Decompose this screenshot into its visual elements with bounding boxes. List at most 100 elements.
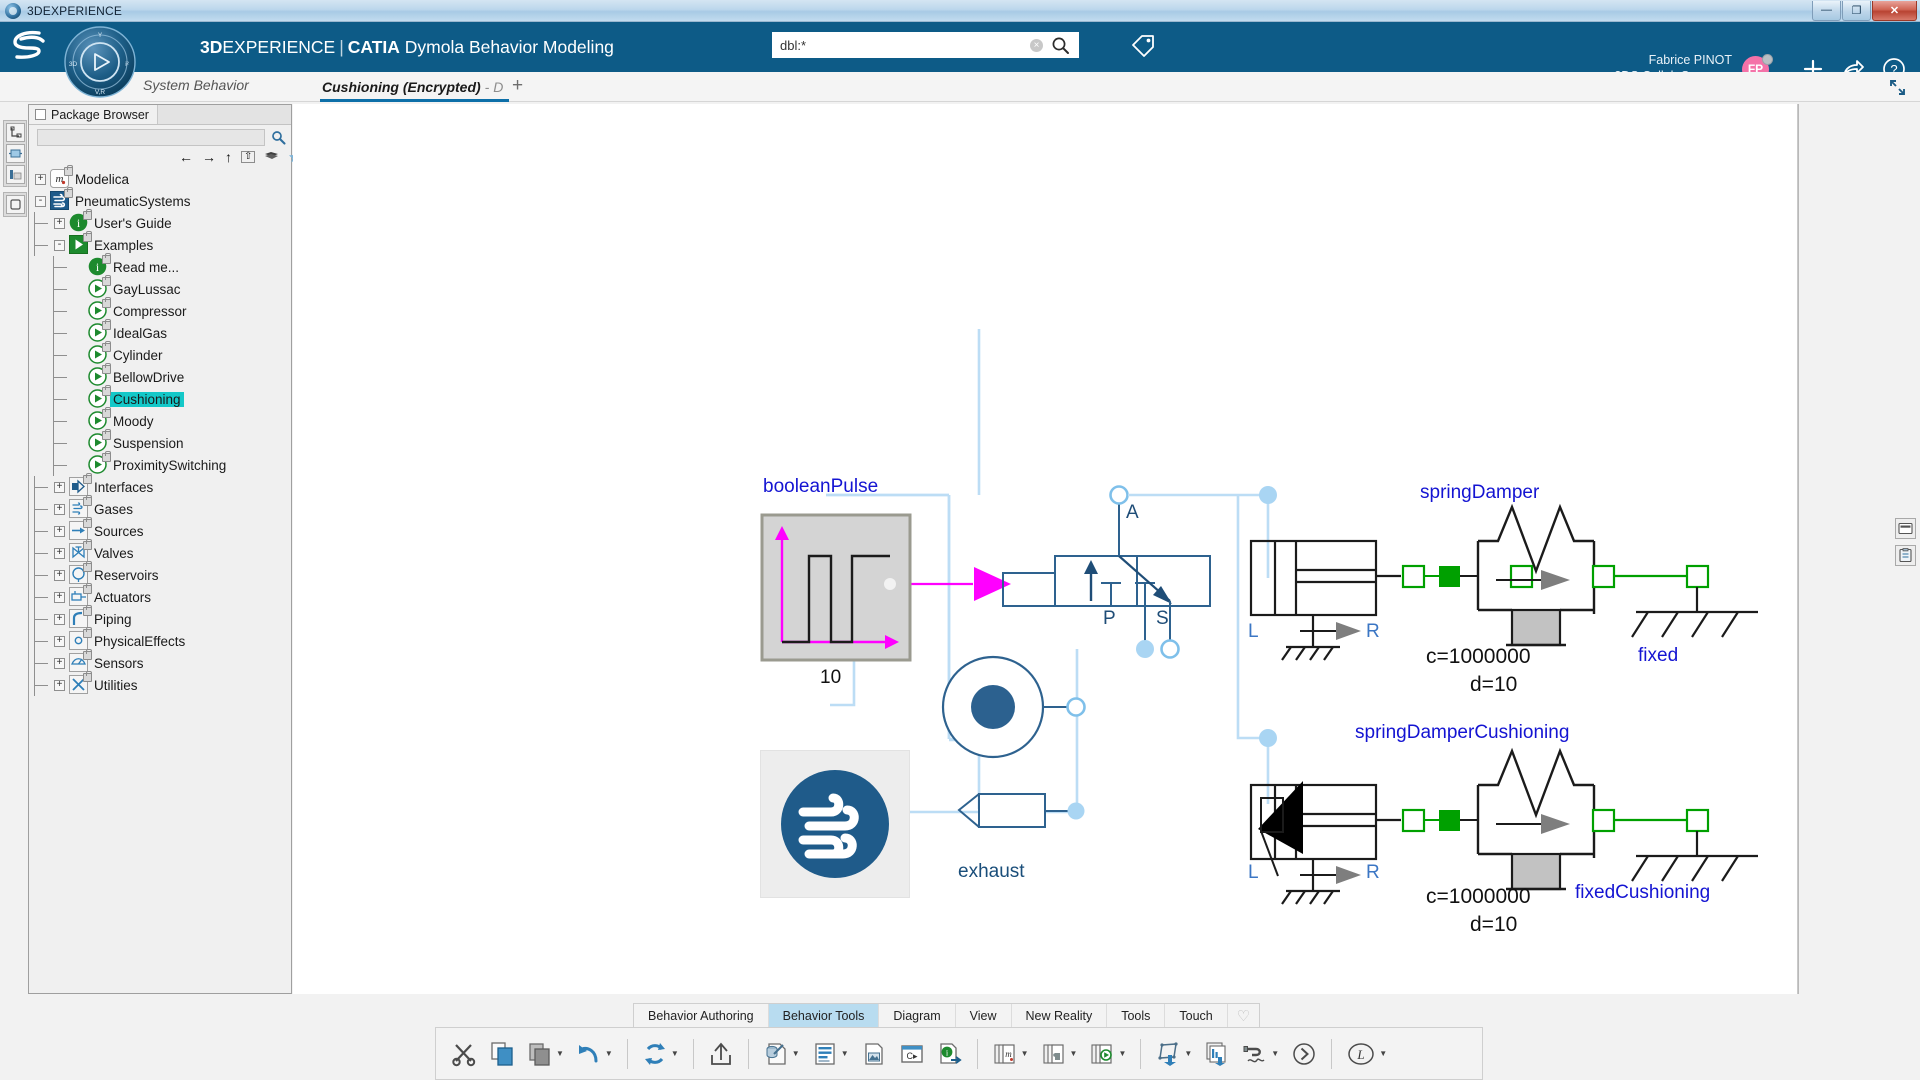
tree-expander-pneumaticsystems[interactable]: - <box>35 195 46 207</box>
search-bar[interactable]: × <box>772 32 1079 58</box>
library-run-button[interactable]: ▼ <box>1084 1032 1131 1076</box>
compass-icon[interactable]: Y V,R 3D i² <box>62 24 138 100</box>
add-tab-button[interactable]: + <box>512 75 523 97</box>
tree-item-cushioning[interactable]: Cushioning <box>35 385 291 410</box>
forward-arrow-icon[interactable]: → <box>202 150 216 164</box>
ribbon-tab-diagram[interactable]: Diagram <box>879 1004 956 1027</box>
paste-button[interactable]: ▼ <box>522 1032 569 1076</box>
export-button[interactable] <box>703 1032 739 1076</box>
chevron-down-icon[interactable]: ▼ <box>1379 1049 1387 1058</box>
pipe-tool-button[interactable]: ▼ <box>1237 1032 1284 1076</box>
tree-expander-piping[interactable]: + <box>54 613 65 625</box>
search-icon[interactable] <box>271 130 286 145</box>
chevron-down-icon[interactable]: ▼ <box>1118 1049 1126 1058</box>
diagram-detail-icon[interactable] <box>5 165 25 184</box>
tree-expander-sensors[interactable]: + <box>54 657 65 669</box>
chevron-down-icon[interactable]: ▼ <box>1271 1049 1279 1058</box>
chevron-down-icon[interactable]: ▼ <box>671 1049 679 1058</box>
copy-button[interactable] <box>484 1032 520 1076</box>
tree-item-bellowdrive[interactable]: BellowDrive <box>35 363 291 388</box>
tree-item-cylinder[interactable]: Cylinder <box>35 341 291 366</box>
chevron-down-icon[interactable]: ▼ <box>1021 1049 1029 1058</box>
ribbon-tab-behavior-tools[interactable]: Behavior Tools <box>768 1004 880 1027</box>
tree-expander-gases[interactable]: + <box>54 503 65 515</box>
chevron-down-icon[interactable]: ▼ <box>792 1049 800 1058</box>
tree-expander-users-guide[interactable]: + <box>54 217 65 229</box>
tree-item-compressor[interactable]: Compressor <box>35 297 291 322</box>
tree-expander-sources[interactable]: + <box>54 525 65 537</box>
up-arrow-icon[interactable]: ↑ <box>225 150 232 164</box>
ribbon-tab-new-reality[interactable]: New Reality <box>1012 1004 1108 1027</box>
component-view-icon[interactable] <box>5 144 25 163</box>
ribbon-tab-view[interactable]: View <box>956 1004 1012 1027</box>
ribbon-tab-tools[interactable]: Tools <box>1107 1004 1166 1027</box>
geometry-import-button[interactable]: ▼ <box>1150 1032 1197 1076</box>
restore-button[interactable]: ❐ <box>1842 0 1871 21</box>
more-commands-button[interactable] <box>1286 1032 1322 1076</box>
chevron-down-icon[interactable]: ▼ <box>556 1049 564 1058</box>
tree-expander-physicaleffects[interactable]: + <box>54 635 65 647</box>
expand-collapse-button[interactable] <box>1886 76 1908 98</box>
tree-expander-interfaces[interactable]: + <box>54 481 65 493</box>
back-arrow-icon[interactable]: ← <box>179 150 193 164</box>
tree-item-interfaces[interactable]: + Interfaces <box>35 473 291 498</box>
tree-item-users-guide[interactable]: + i User's Guide <box>35 209 291 234</box>
chevron-down-icon[interactable]: ▼ <box>605 1049 613 1058</box>
panel-toggle-icon[interactable] <box>35 109 46 120</box>
tree-expander-examples[interactable]: - <box>54 239 65 251</box>
library-plugin-button[interactable]: ▼ <box>1036 1032 1083 1076</box>
tree-item-idealgas[interactable]: IdealGas <box>35 319 291 344</box>
tab-cushioning[interactable]: Cushioning (Encrypted) - D <box>320 74 510 102</box>
tag-icon[interactable] <box>1130 33 1156 59</box>
window-panel-icon[interactable] <box>5 195 25 214</box>
favorite-heart-icon[interactable]: ♡ <box>1228 1004 1259 1027</box>
tree-item-proximityswitching[interactable]: ProximitySwitching <box>35 451 291 476</box>
tree-item-moody[interactable]: Moody <box>35 407 291 432</box>
search-clear-icon[interactable]: × <box>1030 38 1043 52</box>
undo-button[interactable]: ▼ <box>571 1032 618 1076</box>
tree-expander-utilities[interactable]: + <box>54 679 65 691</box>
clipboard-notes-icon[interactable] <box>1895 545 1916 566</box>
tree-item-actuators[interactable]: + Actuators <box>35 583 291 608</box>
search-input[interactable] <box>772 32 1030 58</box>
diagram-canvas[interactable]: booleanPulse 10 A P S exhaust L R spring… <box>293 104 1798 994</box>
tree-item-pneumaticsystems[interactable]: - PneumaticSystems <box>35 187 291 212</box>
minimize-button[interactable]: — <box>1812 0 1841 21</box>
code-window-button[interactable]: C▸ <box>894 1032 930 1076</box>
tab-package-browser[interactable]: Package Browser <box>29 105 157 124</box>
new-model-button[interactable]: ▼ <box>758 1032 805 1076</box>
tree-item-gaylussac[interactable]: GayLussac <box>35 275 291 300</box>
package-search-input[interactable] <box>37 129 265 146</box>
chevron-down-icon[interactable]: ▼ <box>841 1049 849 1058</box>
libraries-button[interactable]: m ▼ <box>987 1032 1034 1076</box>
search-icon[interactable] <box>1051 36 1070 55</box>
tree-expander-actuators[interactable]: + <box>54 591 65 603</box>
up-level-icon[interactable]: ⇧ <box>241 151 256 163</box>
tree-item-examples[interactable]: - Examples <box>35 231 291 256</box>
panel-window-icon[interactable] <box>1895 518 1916 539</box>
tree-item-modelica[interactable]: + m Modelica <box>35 165 291 190</box>
image-document-button[interactable] <box>856 1032 892 1076</box>
book-icon[interactable] <box>264 151 279 163</box>
dassault-3ds-logo-icon[interactable] <box>0 22 62 72</box>
units-button[interactable]: L ▼ <box>1341 1032 1392 1076</box>
cut-button[interactable] <box>446 1032 482 1076</box>
chevron-down-icon[interactable]: ▼ <box>1184 1049 1192 1058</box>
tree-item-gases[interactable]: + Gases <box>35 495 291 520</box>
tree-item-utilities[interactable]: + Utilities <box>35 671 291 696</box>
parameters-button[interactable]: ▼ <box>807 1032 854 1076</box>
tree-expander-reservoirs[interactable]: + <box>54 569 65 581</box>
tree-expander-modelica[interactable]: + <box>35 173 46 185</box>
ribbon-tab-behavior-authoring[interactable]: Behavior Authoring <box>634 1004 769 1027</box>
tree-item-read-me[interactable]: i Read me... <box>35 253 291 278</box>
signal-import-button[interactable] <box>1199 1032 1235 1076</box>
refresh-button[interactable]: ▼ <box>637 1032 684 1076</box>
info-export-button[interactable]: i <box>932 1032 968 1076</box>
tree-item-sensors[interactable]: + Sensors <box>35 649 291 674</box>
tree-view-icon[interactable] <box>5 123 25 142</box>
tree-item-suspension[interactable]: Suspension <box>35 429 291 454</box>
tree-expander-valves[interactable]: + <box>54 547 65 559</box>
tree-item-sources[interactable]: + Sources <box>35 517 291 542</box>
app-section-label[interactable]: System Behavior <box>143 77 249 93</box>
ribbon-tab-touch[interactable]: Touch <box>1165 1004 1228 1027</box>
